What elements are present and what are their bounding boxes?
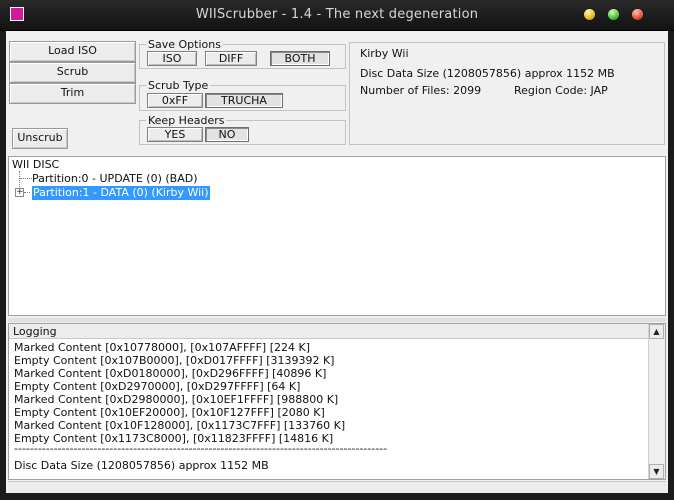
region-code: Region Code: JAP — [514, 84, 608, 97]
disc-info-panel: Kirby Wii Disc Data Size (1208057856) ap… — [349, 42, 665, 145]
keep-headers-label: Keep Headers — [146, 114, 227, 127]
log-line: Marked Content [0x10778000], [0x107AFFFF… — [14, 341, 311, 354]
expand-plus-icon[interactable]: + — [15, 188, 24, 197]
load-iso-button[interactable]: Load ISO — [9, 41, 136, 62]
scrub-button[interactable]: Scrub — [9, 62, 136, 83]
tree-item-partition-0[interactable]: Partition:0 - UPDATE (0) (BAD) — [32, 172, 198, 186]
log-line: Empty Content [0x107B0000], [0xD017FFFF]… — [14, 354, 335, 367]
maximize-button[interactable] — [608, 9, 619, 20]
status-bar — [8, 481, 666, 492]
scrub-type-label: Scrub Type — [146, 79, 211, 92]
log-summary: Disc Data Size (1208057856) approx 1152 … — [14, 459, 269, 472]
title-bar[interactable]: WIIScrubber - 1.4 - The next degeneratio… — [0, 0, 674, 31]
logging-panel[interactable]: Logging Marked Content [0x10778000], [0x… — [8, 323, 666, 480]
scrub-type-group: Scrub Type 0xFF TRUCHA — [139, 79, 346, 111]
save-diff-toggle[interactable]: DIFF — [205, 51, 257, 66]
disc-tree-view[interactable]: WII DISC Partition:0 - UPDATE (0) (BAD) … — [8, 156, 666, 316]
window-title: WIIScrubber - 1.4 - The next degeneratio… — [195, 7, 479, 22]
save-options-group: Save Options ISO DIFF BOTH — [139, 38, 346, 69]
number-of-files: Number of Files: 2099 — [360, 84, 482, 97]
scroll-down-arrow-icon[interactable]: ▼ — [649, 464, 664, 479]
save-both-toggle[interactable]: BOTH — [270, 51, 330, 66]
scrub-trucha-toggle[interactable]: TRUCHA — [205, 93, 283, 108]
logging-header: Logging — [9, 324, 649, 339]
log-separator: ----------------------------------------… — [14, 442, 388, 455]
log-line: Marked Content [0xD0180000], [0xD296FFFF… — [14, 367, 327, 380]
tree-root-wii-disc[interactable]: WII DISC — [12, 158, 59, 172]
unscrub-button[interactable]: Unscrub — [12, 128, 68, 149]
log-line: Empty Content [0xD2970000], [0xD297FFFF]… — [14, 380, 301, 393]
keep-headers-yes-toggle[interactable]: YES — [147, 127, 203, 142]
log-line: Marked Content [0x10F128000], [0x1173C7F… — [14, 419, 346, 432]
pane-splitter[interactable] — [8, 318, 666, 322]
close-button[interactable] — [632, 9, 643, 20]
log-line: Empty Content [0x10EF20000], [0x10F127FF… — [14, 406, 325, 419]
scroll-up-arrow-icon[interactable]: ▲ — [649, 324, 664, 339]
keep-headers-no-toggle[interactable]: NO — [205, 127, 249, 142]
tree-item-partition-1[interactable]: Partition:1 - DATA (0) (Kirby Wii) — [31, 185, 211, 201]
trim-button[interactable]: Trim — [9, 83, 136, 104]
minimize-button[interactable] — [584, 9, 595, 20]
log-line: Marked Content [0xD2980000], [0x10EF1FFF… — [14, 393, 339, 406]
tree-line — [20, 178, 32, 179]
save-iso-toggle[interactable]: ISO — [147, 51, 197, 66]
disc-data-size: Disc Data Size (1208057856) approx 1152 … — [360, 67, 615, 80]
keep-headers-group: Keep Headers YES NO — [139, 114, 346, 145]
log-scrollbar[interactable]: ▲ ▼ — [648, 324, 665, 479]
scrub-0xff-toggle[interactable]: 0xFF — [147, 93, 203, 108]
main-window: Load ISO Scrub Trim Unscrub Save Options… — [6, 31, 668, 493]
tree-line — [24, 192, 32, 193]
save-options-label: Save Options — [146, 38, 223, 51]
disc-title: Kirby Wii — [360, 47, 409, 60]
